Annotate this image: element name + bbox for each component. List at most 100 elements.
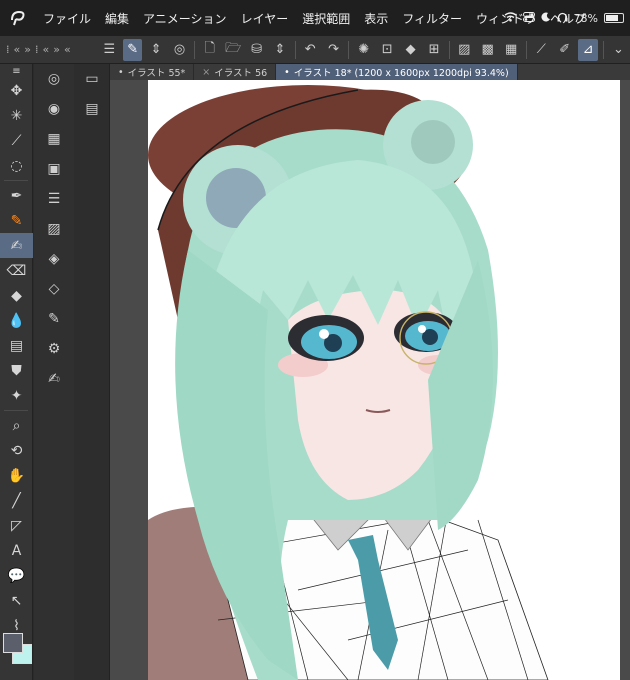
open-folder-icon[interactable]: 🗁: [223, 39, 242, 61]
status-area: 78%: [504, 0, 624, 36]
animation-icon[interactable]: ▣: [34, 154, 74, 184]
ruler-icon[interactable]: ⟋: [532, 39, 551, 61]
fill-bucket-icon[interactable]: ◆: [0, 283, 33, 308]
redo-icon[interactable]: ↷: [324, 39, 343, 61]
menu-animation[interactable]: アニメーション: [136, 10, 234, 27]
wifi-icon[interactable]: [504, 11, 517, 25]
subtool-brush-icon[interactable]: ✎: [34, 304, 74, 334]
color-set-icon[interactable]: ▦: [34, 124, 74, 154]
sparkle-icon[interactable]: ✦: [0, 383, 33, 408]
loading-icon[interactable]: ✺: [354, 39, 373, 61]
arrows-updown-icon[interactable]: ⇕: [146, 39, 165, 61]
menu-selection[interactable]: 選択範囲: [295, 10, 357, 27]
drawing-canvas[interactable]: [148, 80, 620, 680]
tab-illust-18[interactable]: • イラスト 18* (1200 x 1600px 1200dpi 93.4%): [276, 64, 518, 80]
hand-icon[interactable]: ✋: [0, 463, 33, 488]
layer-search-icon[interactable]: ◇: [34, 274, 74, 304]
canvas-area[interactable]: [110, 80, 630, 680]
tab-illust-56[interactable]: × イラスト 56: [194, 64, 277, 80]
dock-palette: ▭ ▤: [74, 64, 110, 680]
headphones-icon[interactable]: [557, 12, 568, 25]
subtool-settings-icon[interactable]: ⚙: [34, 334, 74, 364]
tool-grip-icon[interactable]: ≡: [0, 64, 33, 78]
save-icon[interactable]: ⛁: [247, 39, 266, 61]
layer-property-icon[interactable]: ☰: [34, 184, 74, 214]
menu-file[interactable]: ファイル: [36, 10, 98, 27]
edit-layer-icon[interactable]: ✎: [123, 38, 143, 61]
collapse-right-icon-2[interactable]: »: [53, 43, 60, 56]
panel-grip-icon[interactable]: ⁞: [6, 43, 10, 56]
balloon-icon[interactable]: 💬: [0, 563, 33, 588]
material-icon[interactable]: ▨: [34, 214, 74, 244]
panel-grip-icon-2[interactable]: ⁞: [35, 43, 39, 56]
fill-icon[interactable]: ◆: [401, 39, 420, 61]
brush-ruler-icon[interactable]: ✐: [555, 39, 574, 61]
panel-collapse-controls: ⁞ « » ⁞ « » «: [0, 43, 98, 56]
clip-studio-icon[interactable]: ◎: [170, 39, 189, 61]
panel-dock-icon[interactable]: ▤: [74, 94, 110, 124]
eraser-icon[interactable]: ⌫: [0, 258, 33, 283]
object-select-icon[interactable]: ↖: [0, 588, 33, 613]
selection-invert-icon[interactable]: ▩: [478, 39, 497, 61]
divider: [294, 40, 296, 59]
rotate-view-icon[interactable]: ⟲: [0, 438, 33, 463]
subtool-detail-icon[interactable]: ✍: [34, 364, 74, 394]
tab-label: イラスト 18* (1200 x 1600px 1200dpi 93.4%): [293, 68, 509, 79]
tab-illust-55[interactable]: • イラスト 55*: [110, 64, 195, 80]
chevron-down-icon[interactable]: ⌄: [609, 39, 628, 61]
collapse-right-icon[interactable]: »: [24, 43, 31, 56]
magic-wand-icon[interactable]: ✳: [0, 103, 33, 128]
menu-icon[interactable]: ☰: [100, 39, 119, 61]
divider: [525, 40, 527, 59]
subtool-palette: ◎ ◉ ▦ ▣ ☰ ▨ ◈ ◇ ✎ ⚙ ✍: [34, 64, 74, 680]
move-icon[interactable]: ✥: [0, 78, 33, 103]
blend-icon[interactable]: 💧: [0, 308, 33, 333]
lasso-icon[interactable]: ◌: [0, 153, 33, 178]
arrows-updown-icon-2[interactable]: ⇕: [270, 39, 289, 61]
menu-layer[interactable]: レイヤー: [234, 10, 296, 27]
line-icon[interactable]: ╱: [0, 488, 33, 513]
moon-icon[interactable]: [541, 12, 551, 25]
control-center-icon[interactable]: [522, 11, 535, 25]
divider: [4, 410, 28, 411]
selection-clear-icon[interactable]: ▨: [455, 39, 474, 61]
collapse-left-icon[interactable]: «: [14, 43, 21, 56]
menu-view[interactable]: 表示: [357, 10, 395, 27]
command-bar: ⁞ « » ⁞ « » « ☰ ✎ ⇕ ◎ 🗋 🗁 ⛁ ⇕ ↶ ↷ ✺ ⊡ ◆ …: [0, 36, 630, 64]
document-tabs: • イラスト 55* × イラスト 56 • イラスト 18* (1200 x …: [110, 64, 630, 80]
brush-icon[interactable]: ✍: [0, 233, 33, 258]
gradient-icon[interactable]: ▤: [0, 333, 33, 358]
illustration: [148, 85, 549, 680]
divider: [348, 40, 350, 59]
navigator-icon[interactable]: ◎: [34, 64, 74, 94]
zoom-icon[interactable]: ⌕: [0, 413, 33, 438]
undo-icon[interactable]: ↶: [301, 39, 320, 61]
transform-icon[interactable]: ⊞: [424, 39, 443, 61]
menu-edit[interactable]: 編集: [98, 10, 136, 27]
brush-size-icon[interactable]: ◉: [34, 94, 74, 124]
battery-icon[interactable]: [604, 13, 624, 23]
tool-palette: ≡ ✥ ✳ ⟋ ◌ ✒ ✎ ✍ ⌫ ◆ 💧 ▤ ⛊ ✦ ⌕ ⟲ ✋ ╱ ◸ A …: [0, 64, 33, 680]
new-file-icon[interactable]: 🗋: [200, 39, 219, 61]
tab-dot-icon: •: [284, 66, 290, 78]
stamp-icon[interactable]: ⛊: [0, 358, 33, 383]
pen-icon[interactable]: ✒: [0, 183, 33, 208]
frame-icon[interactable]: ◸: [0, 513, 33, 538]
eyedropper-icon[interactable]: ⟋: [0, 128, 33, 153]
pencil-icon[interactable]: ✎: [0, 208, 33, 233]
divider: [448, 40, 450, 59]
clip-studio-logo-icon[interactable]: [0, 0, 36, 36]
close-icon[interactable]: ×: [202, 67, 210, 78]
collapse-left-icon-2[interactable]: «: [42, 43, 49, 56]
panel-toggle-icon[interactable]: ▭: [74, 64, 110, 94]
collapse-panel-icon[interactable]: «: [64, 43, 71, 56]
clear-icon[interactable]: ⊡: [378, 39, 397, 61]
layer-icon[interactable]: ◈: [34, 244, 74, 274]
selection-grid-icon[interactable]: ▦: [501, 39, 520, 61]
ruler-snap-icon[interactable]: ⊿: [578, 38, 598, 61]
tab-label: イラスト 55*: [127, 68, 186, 79]
tab-dot-icon: •: [118, 66, 124, 78]
main-color-swatch[interactable]: [3, 633, 23, 653]
menu-filter[interactable]: フィルター: [395, 10, 469, 27]
text-icon[interactable]: A: [0, 538, 33, 563]
